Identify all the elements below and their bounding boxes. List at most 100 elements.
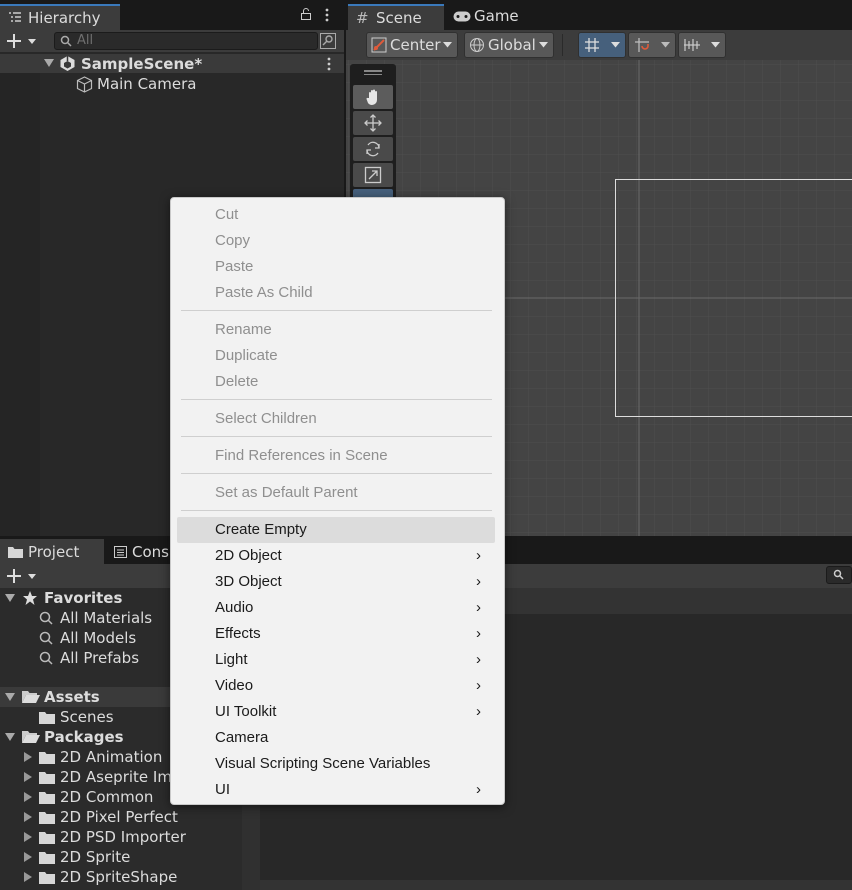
add-dropdown[interactable] <box>6 568 40 584</box>
search-by-type-icon[interactable] <box>320 33 336 49</box>
folder-icon <box>39 711 55 724</box>
menu-item-cut[interactable]: Cut <box>177 202 495 228</box>
kebab-icon[interactable] <box>326 57 332 71</box>
hierarchy-gutter <box>0 54 40 536</box>
unity-logo-icon <box>59 55 76 72</box>
menu-item-label: Cut <box>215 206 239 223</box>
menu-item-copy[interactable]: Copy <box>177 228 495 254</box>
chevron-right-icon: › <box>476 651 481 668</box>
menu-item-2d-object[interactable]: 2D Object › <box>177 543 495 569</box>
search-icon <box>39 631 53 645</box>
menu-item-label: Camera <box>215 729 269 746</box>
globe-icon <box>469 37 485 53</box>
menu-item-rename[interactable]: Rename <box>177 317 495 343</box>
packages-label: Packages <box>44 728 124 746</box>
menu-item-visual-scripting-scene-variables[interactable]: Visual Scripting Scene Variables <box>177 751 495 777</box>
toolbar-divider <box>562 34 563 56</box>
menu-separator <box>181 310 492 311</box>
package-item[interactable]: 2D PSD Importer <box>0 827 242 847</box>
scale-tool-button[interactable] <box>353 163 393 187</box>
chevron-right-icon: › <box>476 625 481 642</box>
tab-scene-label: Scene <box>376 9 422 27</box>
menu-item-effects[interactable]: Effects › <box>177 621 495 647</box>
menu-item-ui-toolkit[interactable]: UI Toolkit › <box>177 699 495 725</box>
pivot-rotation-label: Global <box>488 36 536 54</box>
chevron-down-icon[interactable] <box>44 59 54 68</box>
rotate-tool-button[interactable] <box>353 137 393 161</box>
menu-item-3d-object[interactable]: 3D Object › <box>177 569 495 595</box>
menu-item-paste-as-child[interactable]: Paste As Child <box>177 280 495 306</box>
add-dropdown[interactable] <box>6 33 40 49</box>
star-icon <box>22 590 38 606</box>
drag-handle[interactable] <box>364 70 382 72</box>
search-icon <box>39 651 53 665</box>
pivot-mode-dropdown[interactable]: Center <box>366 32 458 58</box>
menu-item-label: Select Children <box>215 410 317 427</box>
menu-item-delete[interactable]: Delete <box>177 369 495 395</box>
chevron-down-icon[interactable] <box>5 693 15 702</box>
menu-separator <box>181 473 492 474</box>
hand-tool-button[interactable] <box>353 85 393 109</box>
package-item[interactable]: 2D SpriteShape <box>0 867 242 887</box>
menu-item-create-empty[interactable]: Create Empty <box>177 517 495 543</box>
increment-snap-toggle[interactable] <box>628 32 676 58</box>
menu-item-camera[interactable]: Camera <box>177 725 495 751</box>
tab-game-label: Game <box>474 7 519 25</box>
hierarchy-search-input[interactable]: All <box>54 32 318 50</box>
chevron-right-icon[interactable] <box>24 792 32 802</box>
menu-item-video[interactable]: Video › <box>177 673 495 699</box>
menu-item-set-default-parent[interactable]: Set as Default Parent <box>177 480 495 506</box>
scene-header-row[interactable]: SampleScene* <box>0 54 344 73</box>
ruler-icon <box>683 37 701 53</box>
ruler-toggle[interactable] <box>678 32 726 58</box>
menu-item-label: 2D Object <box>215 547 282 564</box>
menu-item-label: 3D Object <box>215 573 282 590</box>
package-item[interactable]: 2D Pixel Perfect <box>0 807 242 827</box>
favorites-item-label: All Models <box>60 629 137 647</box>
move-tool-button[interactable] <box>353 111 393 135</box>
chevron-right-icon[interactable] <box>24 812 32 822</box>
chevron-down-icon[interactable] <box>5 733 15 742</box>
tab-console[interactable]: Cons <box>106 539 176 564</box>
chevron-down-icon <box>443 42 452 48</box>
chevron-right-icon[interactable] <box>24 772 32 782</box>
menu-item-select-children[interactable]: Select Children <box>177 406 495 432</box>
menu-item-audio[interactable]: Audio › <box>177 595 495 621</box>
menu-item-label: Find References in Scene <box>215 447 388 464</box>
drag-handle-line <box>364 74 382 75</box>
menu-item-duplicate[interactable]: Duplicate <box>177 343 495 369</box>
pivot-rotation-dropdown[interactable]: Global <box>464 32 554 58</box>
chevron-right-icon[interactable] <box>24 872 32 882</box>
hand-tool-icon <box>365 88 383 106</box>
menu-item-paste[interactable]: Paste <box>177 254 495 280</box>
folder-item-label: Scenes <box>60 708 114 726</box>
menu-item-label: Delete <box>215 373 259 390</box>
chevron-down-icon[interactable] <box>5 594 15 603</box>
console-icon <box>114 546 127 558</box>
chevron-right-icon[interactable] <box>24 832 32 842</box>
tab-project[interactable]: Project <box>0 539 104 564</box>
menu-item-ui[interactable]: UI › <box>177 777 495 803</box>
hierarchy-item[interactable]: Main Camera <box>40 74 344 94</box>
chevron-right-icon[interactable] <box>24 852 32 862</box>
tab-hierarchy[interactable]: Hierarchy <box>0 4 120 30</box>
menu-item-light[interactable]: Light › <box>177 647 495 673</box>
tab-scene[interactable]: # Scene <box>348 4 444 30</box>
lock-icon[interactable] <box>300 8 312 20</box>
scale-tool-icon <box>364 166 382 184</box>
grid-snap-toggle[interactable] <box>578 32 626 58</box>
tab-game[interactable]: Game <box>450 6 530 28</box>
chevron-right-icon[interactable] <box>24 752 32 762</box>
folder-icon <box>39 811 55 824</box>
chevron-down-icon <box>711 42 720 48</box>
menu-separator <box>181 436 492 437</box>
menu-item-find-references[interactable]: Find References in Scene <box>177 443 495 469</box>
chevron-right-icon: › <box>476 703 481 720</box>
package-item[interactable]: 2D Sprite <box>0 847 242 867</box>
pivot-icon <box>371 37 387 53</box>
menu-item-label: Effects <box>215 625 261 642</box>
project-search-input[interactable] <box>826 566 852 584</box>
menu-item-label: Set as Default Parent <box>215 484 358 501</box>
tab-hierarchy-label: Hierarchy <box>28 9 101 27</box>
kebab-icon[interactable] <box>324 8 330 22</box>
